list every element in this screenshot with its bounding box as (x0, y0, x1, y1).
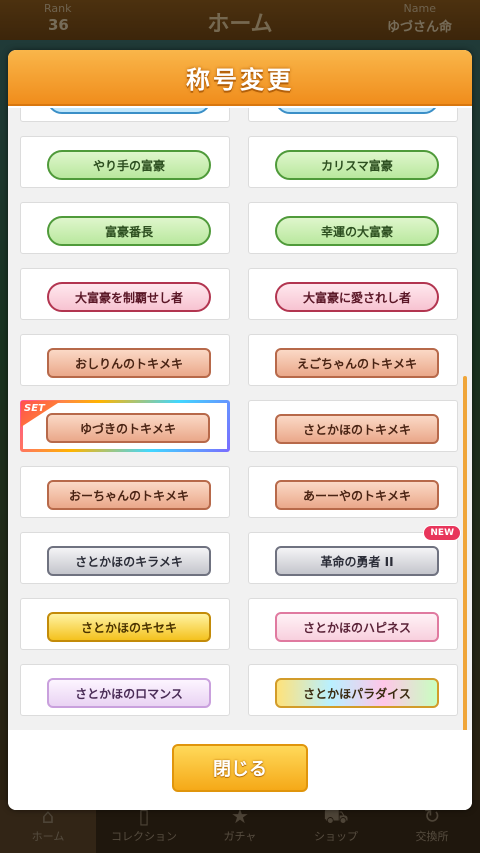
title-cell[interactable] (20, 108, 230, 122)
title-cell[interactable]: カリスマ富豪 (248, 136, 458, 188)
title-cell-selected[interactable]: ゆづきのトキメキ SET (20, 400, 230, 452)
title-cell[interactable]: 革命の勇者 II NEW (248, 525, 461, 584)
title-cell[interactable]: おーちゃんのトキメキ (20, 466, 230, 518)
title-pill: 幸運の大富豪 (275, 216, 439, 246)
modal-header: 称号変更 (8, 50, 472, 106)
title-pill (275, 108, 439, 114)
title-cell[interactable]: さとかほパラダイス (248, 664, 458, 716)
title-cell[interactable]: さとかほのキラメキ (20, 532, 230, 584)
title-cell[interactable]: 幸運の大富豪 (248, 202, 458, 254)
title-pill: えごちゃんのトキメキ (275, 348, 439, 378)
title-pill (47, 108, 211, 114)
title-cell[interactable]: 大富豪を制覇せし者 (20, 268, 230, 320)
title-pill: やり手の富豪 (47, 150, 211, 180)
title-pill: さとかほのキラメキ (47, 546, 211, 576)
title-pill: 大富豪に愛されし者 (275, 282, 439, 312)
title-cell[interactable]: さとかほのロマンス (20, 664, 230, 716)
title-cell[interactable]: 富豪番長 (20, 202, 230, 254)
title-pill: さとかほのトキメキ (275, 414, 439, 444)
title-cell[interactable]: さとかほのキセキ (20, 598, 230, 650)
title-pill: 大富豪を制覇せし者 (47, 282, 211, 312)
title-pill: さとかほのハピネス (275, 612, 439, 642)
title-cell[interactable]: 大富豪に愛されし者 (248, 268, 458, 320)
close-button[interactable]: 閉じる (172, 744, 308, 792)
title-pill: さとかほのキセキ (47, 612, 211, 642)
title-list[interactable]: やり手の富豪 カリスマ富豪 富豪番長 幸運の大富豪 大富豪を制覇せし者 大富豪に… (8, 108, 472, 730)
title-cell[interactable]: あーーやのトキメキ (248, 466, 458, 518)
title-pill: カリスマ富豪 (275, 150, 439, 180)
title-pill: おしりんのトキメキ (47, 348, 211, 378)
scrollbar[interactable] (463, 376, 467, 730)
title-pill: 富豪番長 (47, 216, 211, 246)
new-badge: NEW (423, 525, 461, 541)
title-cell[interactable]: さとかほのトキメキ (248, 400, 458, 452)
title-pill: さとかほパラダイス (275, 678, 439, 708)
title-cell[interactable]: えごちゃんのトキメキ (248, 334, 458, 386)
title-pill: あーーやのトキメキ (275, 480, 439, 510)
title-pill: ゆづきのトキメキ (46, 413, 210, 443)
title-cell[interactable]: やり手の富豪 (20, 136, 230, 188)
title-cell[interactable] (248, 108, 458, 122)
title-cell[interactable]: おしりんのトキメキ (20, 334, 230, 386)
title-cell[interactable]: さとかほのハピネス (248, 598, 458, 650)
title-pill: おーちゃんのトキメキ (47, 480, 211, 510)
title-pill: さとかほのロマンス (47, 678, 211, 708)
modal-title: 称号変更 (186, 66, 294, 94)
title-change-modal: 称号変更 やり手の富豪 カリスマ富豪 富豪番長 幸運の大富豪 大富豪を制覇せし者… (8, 50, 472, 810)
modal-footer: 閉じる (8, 730, 472, 810)
title-pill: 革命の勇者 II (275, 546, 439, 576)
